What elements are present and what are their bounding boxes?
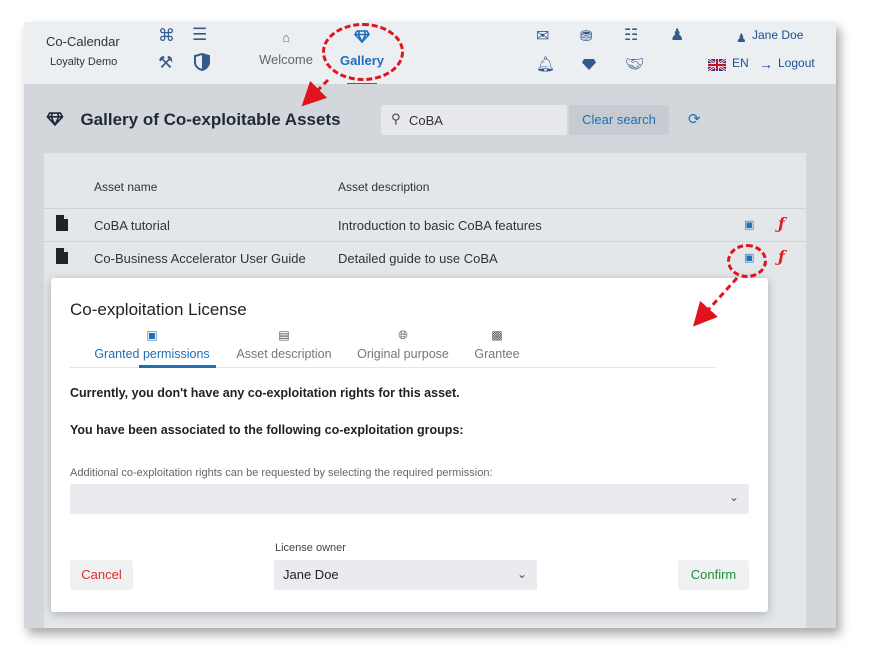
annotation-arrows bbox=[301, 78, 739, 327]
